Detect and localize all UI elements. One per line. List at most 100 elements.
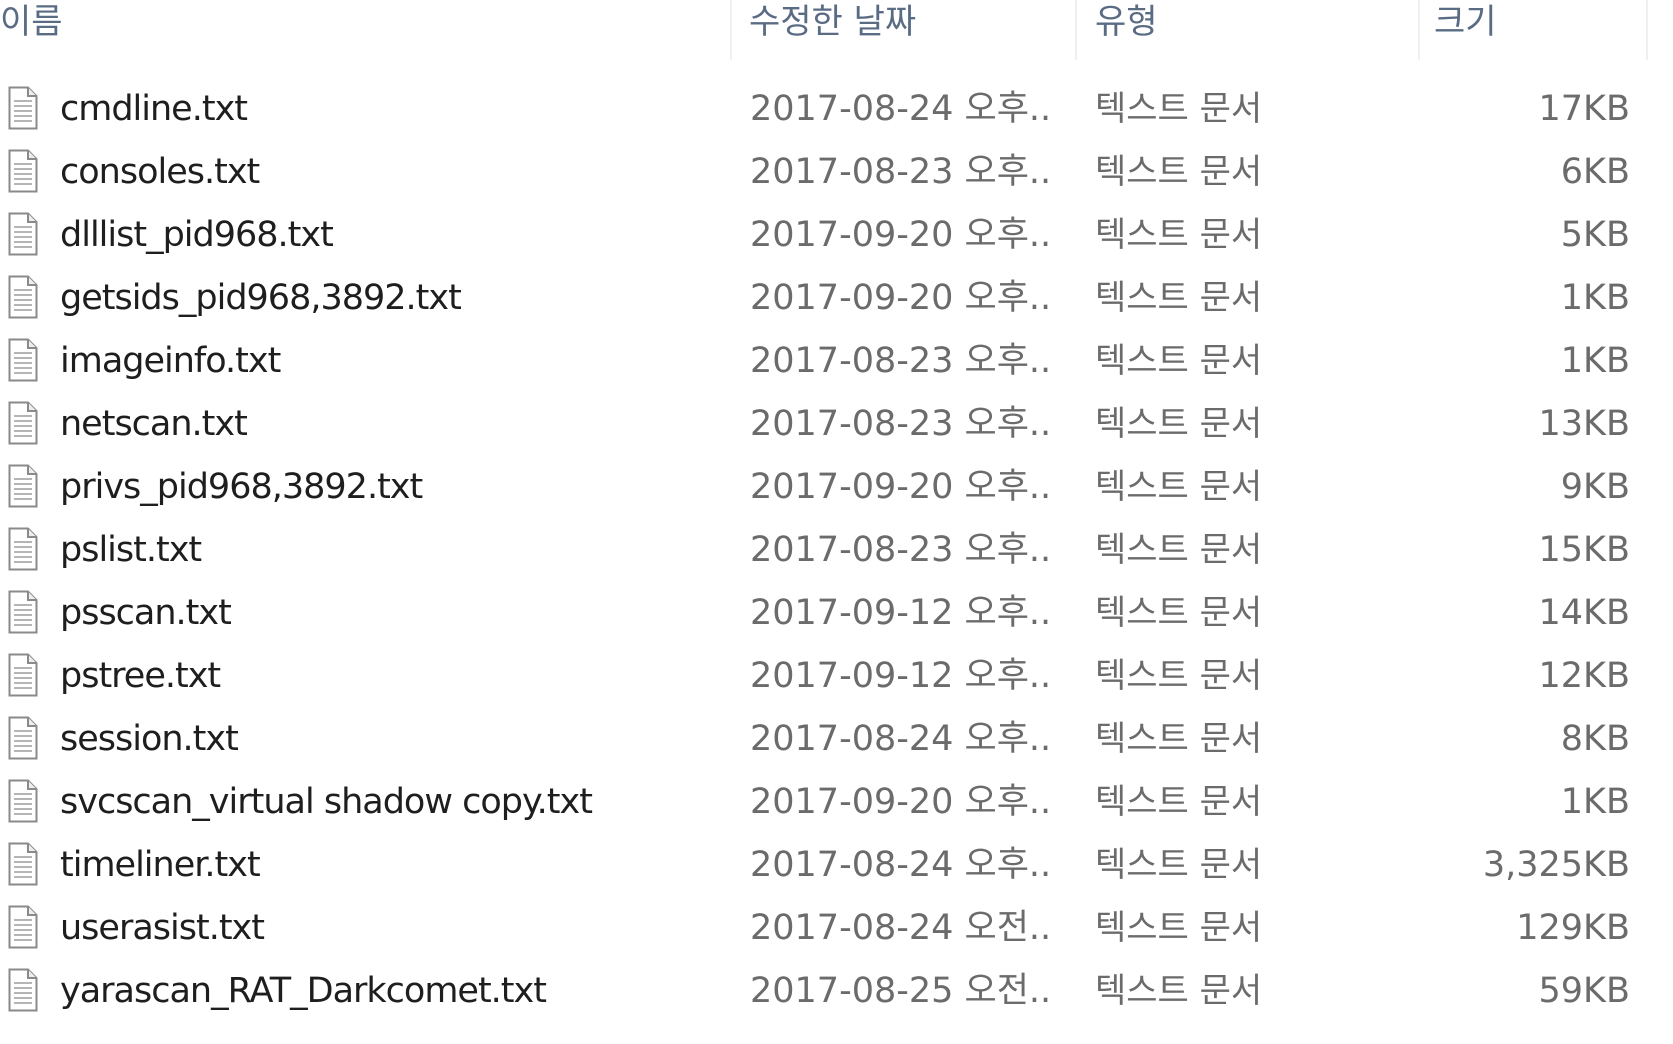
file-modified-date: 2017-08-24 오후... bbox=[750, 845, 1050, 885]
file-size: 5KB bbox=[1560, 215, 1630, 255]
file-row[interactable]: privs_pid968,3892.txt 2017-09-20 오후... 텍… bbox=[0, 456, 1660, 519]
file-row[interactable]: imageinfo.txt 2017-08-23 오후... 텍스트 문서 1K… bbox=[0, 330, 1660, 393]
file-name: pstree.txt bbox=[60, 656, 221, 696]
file-modified-date: 2017-08-24 오후... bbox=[750, 89, 1050, 129]
file-modified-date: 2017-09-12 오후... bbox=[750, 593, 1050, 633]
text-file-icon bbox=[8, 212, 38, 256]
file-size: 12KB bbox=[1538, 656, 1631, 696]
file-row[interactable]: getsids_pid968,3892.txt 2017-09-20 오후...… bbox=[0, 267, 1660, 330]
file-size: 15KB bbox=[1538, 530, 1631, 570]
file-type: 텍스트 문서 bbox=[1095, 215, 1263, 255]
text-file-icon bbox=[8, 716, 38, 760]
file-size: 59KB bbox=[1538, 971, 1631, 1011]
column-divider[interactable] bbox=[1646, 0, 1648, 60]
file-row[interactable]: yarascan_RAT_Darkcomet.txt 2017-08-25 오전… bbox=[0, 960, 1660, 1023]
file-size: 17KB bbox=[1538, 89, 1631, 129]
file-row[interactable]: dlllist_pid968.txt 2017-09-20 오후... 텍스트 … bbox=[0, 204, 1660, 267]
text-file-icon bbox=[8, 590, 38, 634]
file-type: 텍스트 문서 bbox=[1095, 593, 1263, 633]
text-file-icon bbox=[8, 464, 38, 508]
text-file-icon bbox=[8, 527, 38, 571]
text-file-icon bbox=[8, 338, 38, 382]
file-size: 8KB bbox=[1560, 719, 1630, 759]
file-type: 텍스트 문서 bbox=[1095, 719, 1263, 759]
file-name: privs_pid968,3892.txt bbox=[60, 467, 423, 507]
file-type: 텍스트 문서 bbox=[1095, 656, 1263, 696]
column-divider[interactable] bbox=[730, 0, 732, 60]
file-modified-date: 2017-08-24 오후... bbox=[750, 719, 1050, 759]
file-modified-date: 2017-08-23 오후... bbox=[750, 530, 1050, 570]
file-modified-date: 2017-09-20 오후... bbox=[750, 278, 1050, 318]
file-row[interactable]: consoles.txt 2017-08-23 오후... 텍스트 문서 6KB bbox=[0, 141, 1660, 204]
file-type: 텍스트 문서 bbox=[1095, 341, 1263, 381]
file-type: 텍스트 문서 bbox=[1095, 782, 1263, 822]
file-type: 텍스트 문서 bbox=[1095, 530, 1263, 570]
column-header: 이름 수정한 날짜 유형 크기 bbox=[0, 0, 1673, 60]
file-modified-date: 2017-09-20 오후... bbox=[750, 215, 1050, 255]
file-name: timeliner.txt bbox=[60, 845, 261, 885]
file-type: 텍스트 문서 bbox=[1095, 845, 1263, 885]
text-file-icon bbox=[8, 779, 38, 823]
text-file-icon bbox=[8, 149, 38, 193]
file-row[interactable]: session.txt 2017-08-24 오후... 텍스트 문서 8KB bbox=[0, 708, 1660, 771]
file-row[interactable]: svcscan_virtual shadow copy.txt 2017-09-… bbox=[0, 771, 1660, 834]
column-divider[interactable] bbox=[1418, 0, 1420, 60]
file-modified-date: 2017-08-23 오후... bbox=[750, 152, 1050, 192]
file-row[interactable]: psscan.txt 2017-09-12 오후... 텍스트 문서 14KB bbox=[0, 582, 1660, 645]
file-name: yarascan_RAT_Darkcomet.txt bbox=[60, 971, 547, 1011]
file-modified-date: 2017-08-25 오전... bbox=[750, 971, 1050, 1011]
text-file-icon bbox=[8, 653, 38, 697]
file-name: getsids_pid968,3892.txt bbox=[60, 278, 462, 318]
file-modified-date: 2017-09-20 오후... bbox=[750, 467, 1050, 507]
file-modified-date: 2017-08-23 오후... bbox=[750, 341, 1050, 381]
column-divider[interactable] bbox=[1075, 0, 1077, 60]
column-header-modified-date[interactable]: 수정한 날짜 bbox=[749, 0, 916, 52]
file-row[interactable]: timeliner.txt 2017-08-24 오후... 텍스트 문서 3,… bbox=[0, 834, 1660, 897]
file-name: userasist.txt bbox=[60, 908, 265, 948]
file-size: 1KB bbox=[1560, 278, 1630, 318]
file-name: netscan.txt bbox=[60, 404, 248, 444]
file-name: dlllist_pid968.txt bbox=[60, 215, 334, 255]
file-row[interactable]: netscan.txt 2017-08-23 오후... 텍스트 문서 13KB bbox=[0, 393, 1660, 456]
column-header-type[interactable]: 유형 bbox=[1095, 0, 1158, 52]
file-type: 텍스트 문서 bbox=[1095, 89, 1263, 129]
file-size: 1KB bbox=[1560, 782, 1630, 822]
file-row[interactable]: userasist.txt 2017-08-24 오전... 텍스트 문서 12… bbox=[0, 897, 1660, 960]
text-file-icon bbox=[8, 86, 38, 130]
file-size: 6KB bbox=[1560, 152, 1630, 192]
file-name: imageinfo.txt bbox=[60, 341, 281, 381]
file-name: psscan.txt bbox=[60, 593, 232, 633]
file-size: 14KB bbox=[1538, 593, 1631, 633]
file-name: consoles.txt bbox=[60, 152, 260, 192]
file-modified-date: 2017-09-12 오후... bbox=[750, 656, 1050, 696]
file-name: svcscan_virtual shadow copy.txt bbox=[60, 782, 593, 822]
file-size: 13KB bbox=[1538, 404, 1631, 444]
file-modified-date: 2017-08-23 오후... bbox=[750, 404, 1050, 444]
file-list: cmdline.txt 2017-08-24 오후... 텍스트 문서 17KB… bbox=[0, 78, 1673, 1023]
text-file-icon bbox=[8, 401, 38, 445]
file-type: 텍스트 문서 bbox=[1095, 152, 1263, 192]
file-name: session.txt bbox=[60, 719, 239, 759]
file-type: 텍스트 문서 bbox=[1095, 404, 1263, 444]
column-header-name[interactable]: 이름 bbox=[0, 0, 63, 52]
file-type: 텍스트 문서 bbox=[1095, 467, 1263, 507]
file-name: pslist.txt bbox=[60, 530, 202, 570]
text-file-icon bbox=[8, 842, 38, 886]
file-type: 텍스트 문서 bbox=[1095, 278, 1263, 318]
file-modified-date: 2017-09-20 오후... bbox=[750, 782, 1050, 822]
file-row[interactable]: cmdline.txt 2017-08-24 오후... 텍스트 문서 17KB bbox=[0, 78, 1660, 141]
file-size: 9KB bbox=[1560, 467, 1630, 507]
file-size: 3,325KB bbox=[1482, 845, 1630, 885]
file-type: 텍스트 문서 bbox=[1095, 971, 1263, 1011]
text-file-icon bbox=[8, 968, 38, 1012]
text-file-icon bbox=[8, 905, 38, 949]
file-name: cmdline.txt bbox=[60, 89, 248, 129]
text-file-icon bbox=[8, 275, 38, 319]
file-row[interactable]: pstree.txt 2017-09-12 오후... 텍스트 문서 12KB bbox=[0, 645, 1660, 708]
file-size: 129KB bbox=[1516, 908, 1630, 948]
column-header-size[interactable]: 크기 bbox=[1434, 0, 1497, 52]
file-explorer-details-view: 이름 수정한 날짜 유형 크기 cmdline.txt 2017-08-24 오… bbox=[0, 0, 1673, 1044]
file-type: 텍스트 문서 bbox=[1095, 908, 1263, 948]
file-modified-date: 2017-08-24 오전... bbox=[750, 908, 1050, 948]
file-row[interactable]: pslist.txt 2017-08-23 오후... 텍스트 문서 15KB bbox=[0, 519, 1660, 582]
